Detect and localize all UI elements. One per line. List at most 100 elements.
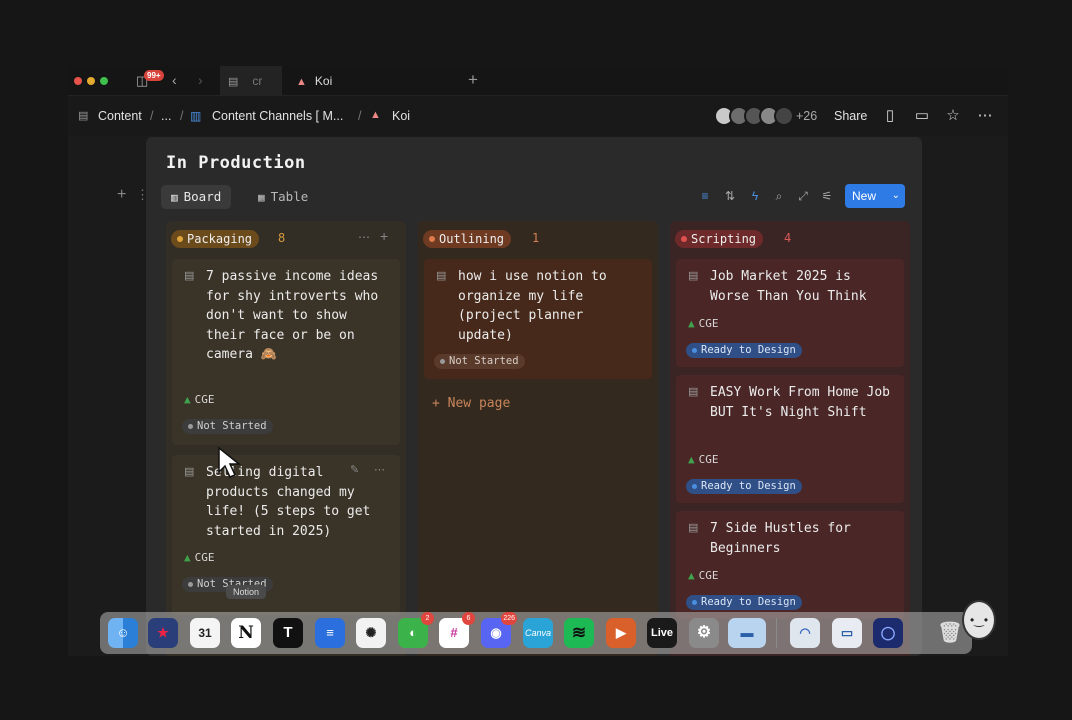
spotify-icon[interactable]: ≋ bbox=[564, 618, 594, 648]
share-button[interactable]: Share bbox=[834, 109, 867, 123]
document-icon: ▤ bbox=[688, 522, 699, 534]
expand-icon[interactable]: ⤢ bbox=[795, 189, 811, 204]
more-options-icon[interactable]: ⋯ bbox=[974, 106, 996, 124]
circle-app-icon[interactable]: ◯ bbox=[873, 618, 903, 648]
back-arrow-icon[interactable]: ‹ bbox=[172, 72, 177, 88]
status-dot bbox=[692, 484, 697, 489]
collaborator-count[interactable]: +26 bbox=[796, 109, 817, 123]
card-owner: ▲ CGE bbox=[688, 569, 719, 582]
messages-icon[interactable]: ◐ 2 bbox=[398, 612, 434, 648]
new-button[interactable]: New ⌄ bbox=[845, 184, 905, 208]
board-card[interactable]: ▤ how i use notion to organize my life (… bbox=[424, 259, 652, 379]
new-page-button[interactable]: + New page bbox=[432, 396, 510, 411]
card-more-icon[interactable]: ⋯ bbox=[374, 463, 385, 476]
owner-label: CGE bbox=[698, 569, 719, 582]
document-icon: ▤ bbox=[184, 270, 195, 282]
dock-tooltip: Notion bbox=[226, 585, 267, 599]
group-more-icon[interactable]: ⋯ bbox=[358, 230, 370, 244]
zoom-window-button[interactable] bbox=[100, 77, 108, 85]
filter-icon[interactable]: ≡ bbox=[697, 189, 713, 203]
breadcrumb-item-content-channels[interactable]: Content Channels [ M... bbox=[212, 109, 343, 123]
edit-icon[interactable]: ✎ bbox=[350, 463, 359, 476]
docs-app-icon[interactable]: ≡ bbox=[315, 618, 345, 648]
board-card[interactable]: ▤ Job Market 2025 is Worse Than You Thin… bbox=[676, 259, 904, 367]
table-icon: ▦ bbox=[258, 191, 265, 204]
automation-icon[interactable]: ϟ bbox=[747, 189, 763, 203]
search-icon[interactable]: ⌕ bbox=[771, 189, 787, 204]
discord-badge: 226 bbox=[501, 612, 517, 625]
photo-app-icon[interactable]: ★ bbox=[148, 618, 178, 648]
live-app-icon[interactable]: Live bbox=[647, 618, 677, 648]
folder-icon[interactable]: ▬ bbox=[728, 618, 766, 648]
group-pill-outlining[interactable]: Outlining bbox=[423, 230, 512, 248]
calendar-icon[interactable]: 31 bbox=[190, 618, 220, 648]
settings-icon[interactable]: ⚟ bbox=[819, 189, 835, 203]
board-card[interactable]: ▤ EASY Work From Home Job BUT It's Night… bbox=[676, 375, 904, 503]
trash-icon[interactable]: 🗑 bbox=[935, 618, 965, 648]
tab-board[interactable]: ▥ Board bbox=[161, 185, 232, 209]
tab-koi[interactable]: ▲ Koi bbox=[296, 66, 456, 96]
group-label: Scripting bbox=[691, 232, 757, 246]
sidebar-panel-icon[interactable]: ▯ bbox=[879, 106, 901, 124]
notification-badge: 99+ bbox=[144, 70, 164, 81]
breadcrumb-item-koi[interactable]: Koi bbox=[392, 109, 410, 123]
status-dot bbox=[188, 424, 193, 429]
drive-icon[interactable]: ◠ bbox=[790, 618, 820, 648]
screen: ◫ 99+ ‹ › ▤ cr ▲ Koi + ▤ Content / ... / ▥… bbox=[0, 0, 1072, 720]
comment-icon[interactable]: ▭ bbox=[911, 106, 933, 124]
finder-icon[interactable]: ☺ bbox=[108, 618, 138, 648]
group-pill-scripting[interactable]: Scripting bbox=[675, 230, 764, 248]
chevron-down-icon[interactable]: ⌄ bbox=[892, 184, 900, 208]
status-label: Not Started bbox=[449, 355, 519, 367]
dock-divider bbox=[776, 618, 777, 648]
window-app-icon[interactable]: ▭ bbox=[832, 618, 862, 648]
record-app-icon[interactable]: ▶ bbox=[606, 618, 636, 648]
card-title: how i use notion to organize my life (pr… bbox=[458, 269, 607, 343]
document-icon: ▤ bbox=[688, 270, 699, 282]
view-label: Board bbox=[183, 189, 222, 204]
tab-label: cr bbox=[252, 74, 263, 88]
chatgpt-icon[interactable]: ✺ bbox=[356, 618, 386, 648]
status-dot bbox=[440, 359, 445, 364]
owner-label: CGE bbox=[194, 551, 215, 564]
person-icon: ▲ bbox=[688, 453, 695, 466]
status-badge: Ready to Design bbox=[686, 595, 802, 610]
status-label: Ready to Design bbox=[701, 344, 796, 356]
t-app-icon[interactable]: T bbox=[273, 618, 303, 648]
owner-label: CGE bbox=[698, 317, 719, 330]
board-card[interactable]: ▤ ✎ ⋯ Selling digital products changed m… bbox=[172, 455, 400, 615]
card-owner: ▲ CGE bbox=[688, 317, 719, 330]
mouse-cursor-icon bbox=[218, 446, 242, 478]
canva-icon[interactable]: Canva bbox=[523, 618, 553, 648]
status-badge: Ready to Design bbox=[686, 343, 802, 358]
tab-table[interactable]: ▦ Table bbox=[248, 185, 318, 209]
sort-icon[interactable]: ⇅ bbox=[722, 189, 738, 203]
notion-icon[interactable]: N bbox=[231, 618, 261, 648]
new-tab-icon[interactable]: + bbox=[468, 70, 478, 90]
add-block-icon[interactable]: + bbox=[117, 186, 126, 204]
close-window-button[interactable] bbox=[74, 77, 82, 85]
status-dot bbox=[177, 236, 183, 242]
group-add-icon[interactable]: + bbox=[380, 228, 388, 244]
discord-icon[interactable]: ◉ 226 bbox=[481, 612, 517, 648]
status-label: Ready to Design bbox=[701, 480, 796, 492]
forward-arrow-icon[interactable]: › bbox=[198, 72, 203, 88]
board-card[interactable]: ▤ 7 Side Hustles for Beginners ▲ CGE Read… bbox=[676, 511, 904, 619]
star-icon[interactable]: ☆ bbox=[942, 106, 964, 124]
document-icon: ▤ bbox=[688, 386, 699, 398]
minimize-window-button[interactable] bbox=[87, 77, 95, 85]
slack-icon[interactable]: #6 bbox=[439, 612, 475, 648]
new-button-label: New bbox=[852, 189, 877, 203]
column-header: Outlining 1 bbox=[423, 230, 539, 248]
tab-content[interactable]: ▤ cr bbox=[220, 66, 282, 96]
breadcrumb-item-content[interactable]: Content bbox=[98, 109, 142, 123]
system-settings-icon[interactable]: ⚙ bbox=[689, 618, 719, 648]
breadcrumb-item-ellipsis[interactable]: ... bbox=[161, 109, 171, 123]
breadcrumb-separator: / bbox=[180, 109, 184, 123]
status-badge: Ready to Design bbox=[686, 479, 802, 494]
avatar[interactable] bbox=[774, 106, 794, 126]
tab-bar: ◫ 99+ ‹ › ▤ cr ▲ Koi + bbox=[68, 66, 1008, 96]
card-title: 7 passive income ideas for shy introvert… bbox=[206, 269, 379, 363]
group-pill-packaging[interactable]: Packaging bbox=[171, 230, 260, 248]
board-card[interactable]: ▤ 7 passive income ideas for shy introve… bbox=[172, 259, 400, 445]
